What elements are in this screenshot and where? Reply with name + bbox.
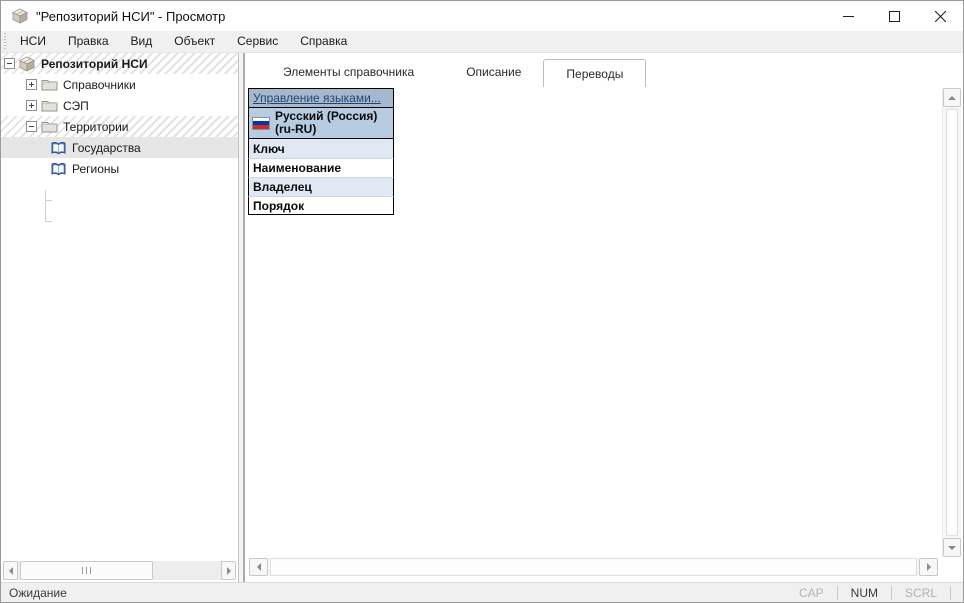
tab-description[interactable]: Описание: [444, 58, 543, 86]
application-window: "Репозиторий НСИ" - Просмотр НСИ Правка …: [0, 0, 964, 603]
menu-bar: НСИ Правка Вид Объект Сервис Справка: [1, 31, 963, 53]
field-row-order[interactable]: Порядок: [248, 196, 394, 215]
field-row-key[interactable]: Ключ: [248, 139, 394, 158]
tree-item-label: Территории: [63, 119, 129, 134]
book-icon: [50, 140, 67, 156]
tree-item-sep[interactable]: СЭП: [1, 95, 238, 116]
tree-guide-line: [45, 200, 52, 201]
minimize-button[interactable]: [825, 1, 871, 31]
scrollbar-thumb[interactable]: [946, 109, 958, 536]
expand-icon[interactable]: [26, 79, 37, 90]
details-vertical-scrollbar[interactable]: [942, 88, 961, 557]
tree-guide-line: [45, 190, 46, 222]
num-lock-indicator: NUM: [838, 585, 892, 600]
scroll-up-button[interactable]: [943, 88, 961, 107]
menu-help[interactable]: Справка: [289, 31, 358, 53]
menu-edit[interactable]: Правка: [57, 31, 120, 53]
menu-grip-handle[interactable]: [2, 32, 9, 51]
folder-icon: [41, 77, 58, 93]
language-column-header[interactable]: Русский (Россия) (ru-RU): [248, 108, 394, 139]
manage-languages-link[interactable]: Управление языками...: [253, 91, 381, 105]
window-title: "Репозиторий НСИ" - Просмотр: [36, 8, 226, 24]
app-package-icon: [12, 8, 28, 24]
caps-lock-indicator: CAP: [786, 585, 838, 600]
folder-icon: [41, 98, 58, 114]
folder-icon: [41, 119, 58, 135]
scroll-left-button[interactable]: [3, 561, 18, 580]
menu-service[interactable]: Сервис: [226, 31, 289, 53]
tree-item-label: СЭП: [63, 98, 89, 113]
menu-object[interactable]: Объект: [163, 31, 226, 53]
details-panel: Элементы справочника Описание Переводы У…: [243, 53, 963, 582]
scrollbar-thumb[interactable]: [20, 561, 153, 580]
status-message: Ожидание: [9, 585, 67, 600]
scroll-left-button[interactable]: [249, 558, 268, 576]
book-icon: [50, 161, 67, 177]
menu-nsi[interactable]: НСИ: [9, 31, 57, 53]
repository-tree-panel: Репозиторий НСИ Справочники СЭП Территор…: [1, 53, 239, 582]
tab-dictionary-elements[interactable]: Элементы справочника: [253, 58, 444, 86]
scroll-right-button[interactable]: [919, 558, 938, 576]
tree-item-label: Государства: [72, 140, 141, 155]
flag-russia-icon: [252, 116, 270, 130]
field-row-owner[interactable]: Владелец: [248, 177, 394, 196]
close-button[interactable]: [917, 1, 963, 31]
title-bar: "Репозиторий НСИ" - Просмотр: [1, 1, 963, 31]
translations-table: Управление языками... Русский (Россия) (…: [248, 88, 394, 215]
tree-item-label: Репозиторий НСИ: [41, 56, 148, 71]
tree-item-repository-root[interactable]: Репозиторий НСИ: [1, 53, 238, 74]
maximize-button[interactable]: [871, 1, 917, 31]
scrollbar-thumb[interactable]: [270, 558, 917, 576]
tab-bar: Элементы справочника Описание Переводы: [245, 53, 963, 87]
tree-item-territories[interactable]: Территории: [1, 116, 238, 137]
manage-languages-row: Управление языками...: [248, 88, 394, 108]
language-code: (ru-RU): [275, 122, 317, 136]
expand-icon[interactable]: [26, 100, 37, 111]
collapse-icon[interactable]: [26, 121, 37, 132]
tree-item-label: Регионы: [72, 161, 120, 176]
field-row-name[interactable]: Наименование: [248, 158, 394, 177]
collapse-icon[interactable]: [4, 58, 15, 69]
tree-horizontal-scrollbar[interactable]: [3, 561, 236, 580]
language-name: Русский (Россия): [275, 109, 378, 123]
tree-item-label: Справочники: [63, 77, 136, 92]
scroll-lock-indicator: SCRL: [892, 585, 951, 600]
status-bar: Ожидание CAP NUM SCRL: [1, 582, 963, 602]
tree-item-states[interactable]: Государства: [1, 137, 238, 158]
tree-item-regions[interactable]: Регионы: [1, 158, 238, 179]
tree-item-directories[interactable]: Справочники: [1, 74, 238, 95]
scroll-down-button[interactable]: [943, 538, 961, 557]
tab-translations[interactable]: Переводы: [543, 59, 647, 87]
scrollbar-track[interactable]: [153, 561, 221, 580]
menu-view[interactable]: Вид: [120, 31, 164, 53]
tree-guide-line: [45, 221, 52, 222]
grip-icon: [82, 567, 91, 574]
details-horizontal-scrollbar[interactable]: [249, 558, 938, 576]
scroll-right-button[interactable]: [221, 561, 236, 580]
repository-icon: [19, 56, 36, 72]
